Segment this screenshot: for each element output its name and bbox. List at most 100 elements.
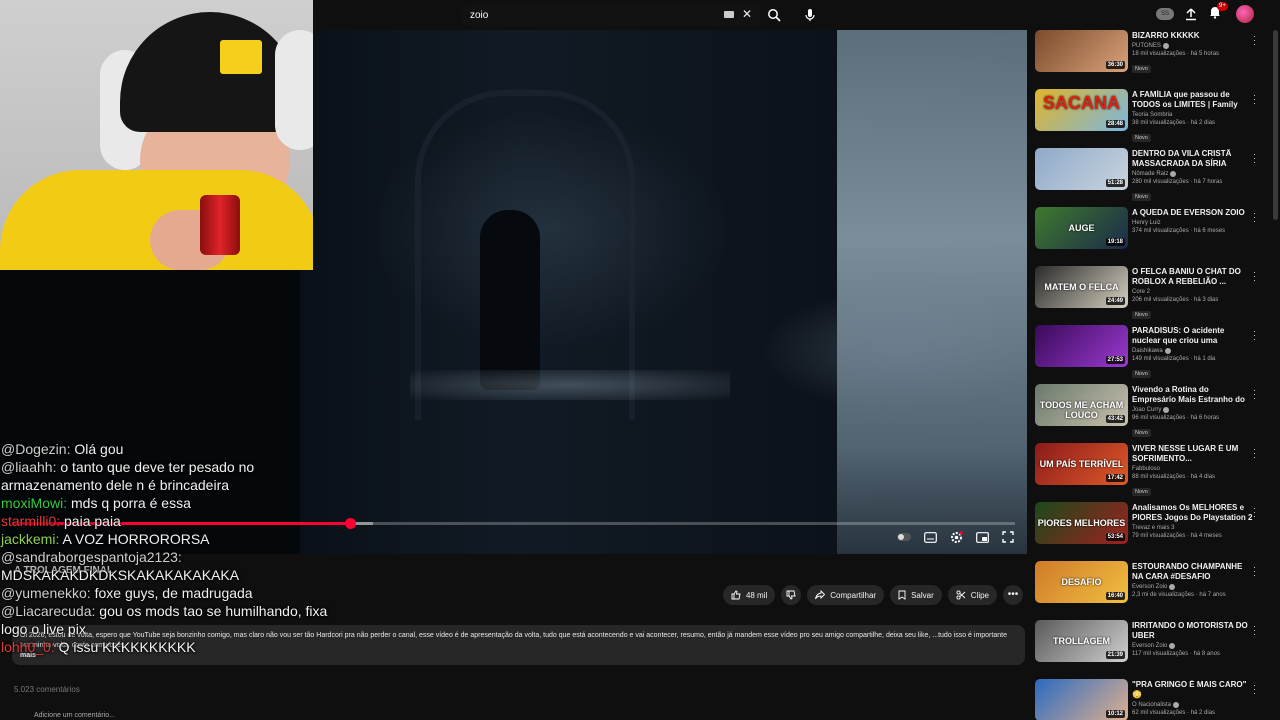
avatar[interactable] (1236, 5, 1254, 23)
channel-name[interactable]: Joao Curry (1132, 407, 1254, 413)
fullscreen-button[interactable] (1001, 530, 1015, 544)
video-title[interactable]: "PRA GRINGO É MAIS CARO" 😳 (1132, 680, 1254, 700)
video-thumbnail[interactable]: PIORES MELHORES 53:54 (1035, 502, 1128, 544)
clear-search-icon[interactable]: ✕ (742, 7, 752, 21)
more-vertical-icon[interactable]: · · · (1253, 209, 1257, 226)
video-title[interactable]: Vivendo a Rotina do Empresário Mais Estr… (1132, 385, 1254, 405)
channel-name[interactable]: Teoria Sombria (1132, 112, 1254, 118)
chat-text: MDSKAKAKDKDKSKAKAKAKAKAKA (1, 567, 240, 583)
more-vertical-icon[interactable]: · · · (1253, 681, 1257, 698)
video-info: DENTRO DA VILA CRISTÃ MASSACRADA DA SÍRI… (1132, 148, 1254, 207)
channel-label: Henry Luiz (1132, 220, 1161, 226)
recommended-video[interactable]: AUGE 19:18 A QUEDA DE EVERSON ZOIO Henry Lu… (1035, 207, 1265, 266)
video-title[interactable]: VIVER NESSE LUGAR É UM SOFRIMENTO... (1132, 444, 1254, 464)
channel-name[interactable]: Daishikawa (1132, 348, 1254, 354)
share-button[interactable]: Compartilhar (807, 585, 885, 605)
more-vertical-icon[interactable]: · · · (1253, 150, 1257, 167)
autoplay-toggle[interactable] (897, 530, 911, 544)
video-thumbnail[interactable]: MATEM O FELCA 24:49 (1035, 266, 1128, 308)
video-meta: 280 mil visualizações · há 7 horas (1132, 179, 1223, 185)
channel-name[interactable]: Nômade Raiz (1132, 171, 1254, 177)
video-title[interactable]: DENTRO DA VILA CRISTÃ MASSACRADA DA SÍRI… (1132, 149, 1254, 169)
recommended-video[interactable]: DESAFIO 16:40 ESTOURANDO CHAMPANHE NA CARA… (1035, 561, 1265, 620)
verified-icon (1169, 584, 1176, 590)
keyboard-icon[interactable] (724, 11, 734, 18)
chat-username: @sandraborgespantoja2123: (1, 549, 182, 565)
channel-name[interactable]: Everson Zoio (1132, 643, 1254, 649)
dislike-button[interactable] (781, 585, 802, 605)
channel-name[interactable]: Core 2 (1132, 289, 1254, 295)
save-button[interactable]: Salvar (890, 585, 942, 605)
video-meta: 2,3 mi de visualizações · há 7 anos (1132, 592, 1226, 598)
clip-button[interactable]: Clipe (947, 585, 997, 605)
ss-badge[interactable]: SS (1156, 8, 1174, 20)
video-title[interactable]: BIZARRO KKKKK (1132, 31, 1254, 41)
subtitles-icon (923, 531, 937, 543)
more-vertical-icon[interactable]: · · · (1253, 386, 1257, 403)
more-actions-button[interactable]: ••• (1003, 585, 1023, 605)
verified-icon (1170, 171, 1177, 177)
video-title[interactable]: A FAMÍLIA que passou de TODOS os LIMITES… (1132, 90, 1254, 110)
miniplayer-button[interactable] (975, 530, 989, 544)
video-thumbnail[interactable]: DESAFIO 16:40 (1035, 561, 1128, 603)
search-input[interactable]: zoio ✕ (460, 4, 760, 26)
video-thumbnail[interactable]: TROLLAGEM 21:39 (1035, 620, 1128, 662)
more-vertical-icon[interactable]: · · · (1253, 622, 1257, 639)
more-vertical-icon[interactable]: · · · (1253, 445, 1257, 462)
recommended-video[interactable]: 27:53 PARADISUS: O acidente nuclear que c… (1035, 325, 1265, 384)
video-thumbnail[interactable]: 27:53 (1035, 325, 1128, 367)
thumbnail-text: MATEM O FELCA (1044, 282, 1119, 292)
more-vertical-icon[interactable]: · · · (1253, 268, 1257, 285)
video-thumbnail[interactable]: UM PAÍS TERRÍVEL 17:42 (1035, 443, 1128, 485)
channel-name[interactable]: Everson Zoio (1132, 584, 1254, 590)
video-title[interactable]: Analisamos Os MELHORES e PIORES Jogos Do… (1132, 503, 1254, 523)
channel-name[interactable]: Trevaz e mais 3 (1132, 525, 1254, 531)
video-thumbnail[interactable]: 36:30 (1035, 30, 1128, 72)
recommended-video[interactable]: 36:30 BIZARRO KKKKK PUTONES 18 mil visualiz… (1035, 30, 1265, 89)
add-comment-input[interactable]: Adicione um comentário... (34, 712, 115, 719)
upload-icon[interactable] (1184, 7, 1198, 21)
chat-username: @Liacarecuda: (1, 603, 96, 619)
scrubber-handle[interactable] (345, 518, 356, 529)
video-thumbnail[interactable]: SACANA 28:48 (1035, 89, 1128, 131)
more-vertical-icon[interactable]: · · · (1253, 504, 1257, 521)
channel-name[interactable]: PUTONES (1132, 43, 1254, 49)
video-title[interactable]: A QUEDA DE EVERSON ZOIO (1132, 208, 1254, 218)
voice-search-button[interactable] (798, 4, 822, 26)
recommendations-sidebar: 36:30 BIZARRO KKKKK PUTONES 18 mil visualiz… (1035, 30, 1265, 720)
more-vertical-icon[interactable]: · · · (1253, 327, 1257, 344)
new-badge: Novo (1132, 311, 1151, 319)
channel-label: Teoria Sombria (1132, 112, 1173, 118)
like-button[interactable]: 48 mil (722, 585, 776, 605)
video-duration: 27:53 (1105, 356, 1125, 364)
video-thumbnail[interactable]: 51:28 (1035, 148, 1128, 190)
scrollbar[interactable] (1273, 30, 1278, 220)
channel-label: O Nacionalista (1132, 702, 1172, 708)
video-title[interactable]: PARADISUS: O acidente nuclear que criou … (1132, 326, 1254, 346)
settings-button[interactable] (949, 530, 963, 544)
recommended-video[interactable]: 51:28 DENTRO DA VILA CRISTÃ MASSACRADA DA… (1035, 148, 1265, 207)
search-button[interactable] (760, 4, 788, 26)
video-thumbnail[interactable]: 10:12 (1035, 679, 1128, 720)
notifications-button[interactable]: 9+ (1208, 2, 1228, 23)
recommended-video[interactable]: MATEM O FELCA 24:49 O FELCA BANIU O CHAT D… (1035, 266, 1265, 325)
more-vertical-icon[interactable]: · · · (1253, 91, 1257, 108)
video-thumbnail[interactable]: TODOS ME ACHAM LOUCO 43:42 (1035, 384, 1128, 426)
video-thumbnail[interactable]: AUGE 19:18 (1035, 207, 1128, 249)
subtitles-button[interactable] (923, 530, 937, 544)
recommended-video[interactable]: 10:12 "PRA GRINGO É MAIS CARO" 😳 O Naciona… (1035, 679, 1265, 720)
video-title[interactable]: ESTOURANDO CHAMPANHE NA CARA #DESAFIO (1132, 562, 1254, 582)
channel-name[interactable]: Fabbuloso (1132, 466, 1254, 472)
video-title[interactable]: O FELCA BANIU O CHAT DO ROBLOX A REBELIÃ… (1132, 267, 1254, 287)
video-title[interactable]: IRRITANDO O MOTORISTA DO UBER (1132, 621, 1254, 641)
recommended-video[interactable]: TROLLAGEM 21:39 IRRITANDO O MOTORISTA DO U… (1035, 620, 1265, 679)
channel-name[interactable]: Henry Luiz (1132, 220, 1254, 226)
save-label: Salvar (911, 590, 934, 600)
recommended-video[interactable]: TODOS ME ACHAM LOUCO 43:42 Vivendo a Rotin… (1035, 384, 1265, 443)
recommended-video[interactable]: UM PAÍS TERRÍVEL 17:42 VIVER NESSE LUGAR É… (1035, 443, 1265, 502)
recommended-video[interactable]: PIORES MELHORES 53:54 Analisamos Os MELHOR… (1035, 502, 1265, 561)
more-vertical-icon[interactable]: · · · (1253, 563, 1257, 580)
more-vertical-icon[interactable]: · · · (1253, 32, 1257, 49)
recommended-video[interactable]: SACANA 28:48 A FAMÍLIA que passou de TODOS… (1035, 89, 1265, 148)
channel-name[interactable]: O Nacionalista (1132, 702, 1254, 708)
